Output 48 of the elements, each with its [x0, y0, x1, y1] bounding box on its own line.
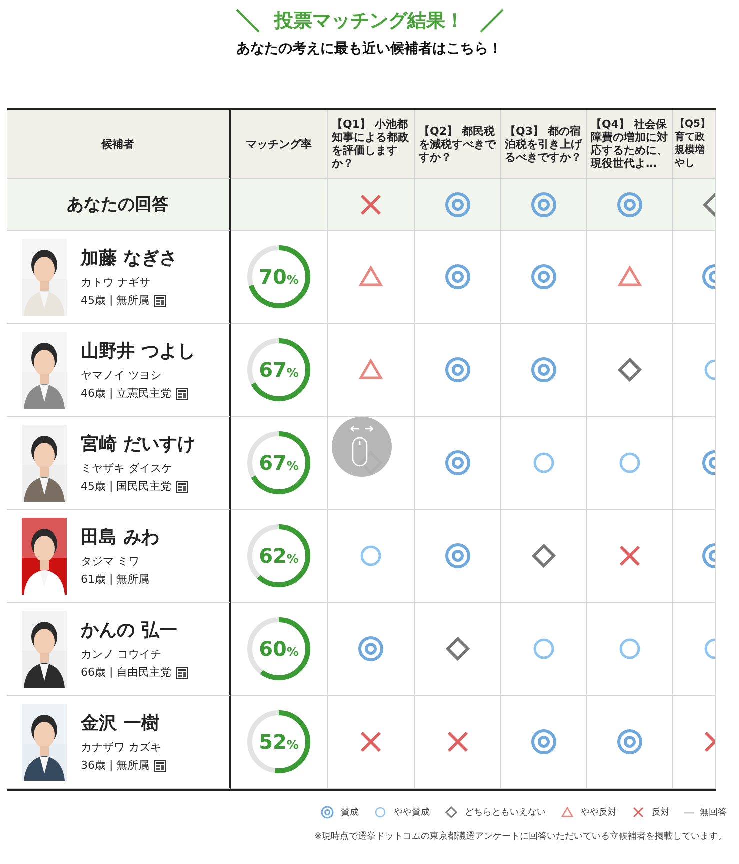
legend-label: どちらともいえない [465, 807, 546, 819]
match-rate: 62% [258, 543, 300, 570]
column-header: 候補者 [7, 110, 231, 179]
candidate-kana: ヤマノイ ツヨシ [81, 368, 162, 383]
slash-icon [478, 8, 504, 34]
your-answer-label: あなたの回答 [7, 179, 231, 231]
candidate-name: 山野井 つよし [81, 340, 196, 363]
candidate-info: 36歳 | 無所属 [81, 758, 150, 773]
legend-label: やや反対 [581, 806, 617, 819]
column-header: 【Q2】 都民税を減税すべきですか？ [415, 110, 501, 179]
document-icon[interactable] [154, 760, 166, 772]
legend-label: 無回答 [700, 806, 727, 819]
candidate-info: 46歳 | 立憲民主党 [81, 386, 172, 401]
candidate-name: 加藤 なぎさ [81, 247, 178, 270]
candidate-name: 宮崎 だいすけ [81, 433, 196, 456]
candidate-name: 田島 みわ [81, 526, 160, 549]
document-icon[interactable] [154, 294, 166, 306]
candidate-info: 45歳 | 国民民主党 [81, 479, 172, 494]
candidate-info: 61歳 | 無所属 [81, 572, 150, 587]
result-title: 投票マッチング結果！ [274, 9, 464, 34]
match-rate: 52% [258, 729, 300, 756]
document-icon[interactable] [176, 666, 188, 678]
candidate-info: 45歳 | 無所属 [81, 293, 150, 308]
column-header: マッチング率 [231, 110, 328, 179]
column-header: 【Q3】 都の宿泊税を引き上げるべきですか？ [501, 110, 587, 179]
candidate-kana: カトウ ナギサ [81, 275, 152, 290]
candidate-name: かんの 弘一 [81, 619, 178, 642]
match-rate: 60% [258, 636, 300, 663]
column-header: 【Q4】 社会保障費の増加に対応するために、現役世代よ… [587, 110, 673, 179]
slash-icon [234, 8, 260, 34]
document-icon[interactable] [176, 480, 188, 492]
candidate-name: 金沢 一樹 [81, 712, 160, 735]
candidate-kana: カナザワ カズキ [81, 740, 162, 755]
result-subtitle: あなたの考えに最も近い候補者はこちら！ [236, 40, 502, 58]
match-rate: 67% [258, 357, 300, 384]
legend-label: やや賛成 [394, 806, 430, 819]
candidate-info: 66歳 | 自由民主党 [81, 665, 172, 680]
candidate-kana: タジマ ミワ [81, 554, 140, 569]
footnote: ※現時点で選挙ドットコムの東京都議選アンケートに回答いただいている立候補者を掲載しています。 [314, 830, 727, 843]
candidate-kana: カンノ コウイチ [81, 647, 162, 662]
candidate-kana: ミヤザキ ダイスケ [81, 461, 174, 476]
match-rate: 70% [258, 264, 300, 291]
column-header: 【Q1】 小池都知事による都政を評価しますか？ [328, 110, 415, 179]
match-rate: 67% [258, 450, 300, 477]
legend-label: 反対 [652, 806, 670, 819]
column-header: 【Q5】育て政規模増やし [673, 110, 716, 179]
legend-label: 賛成 [341, 806, 359, 819]
document-icon[interactable] [176, 388, 188, 400]
